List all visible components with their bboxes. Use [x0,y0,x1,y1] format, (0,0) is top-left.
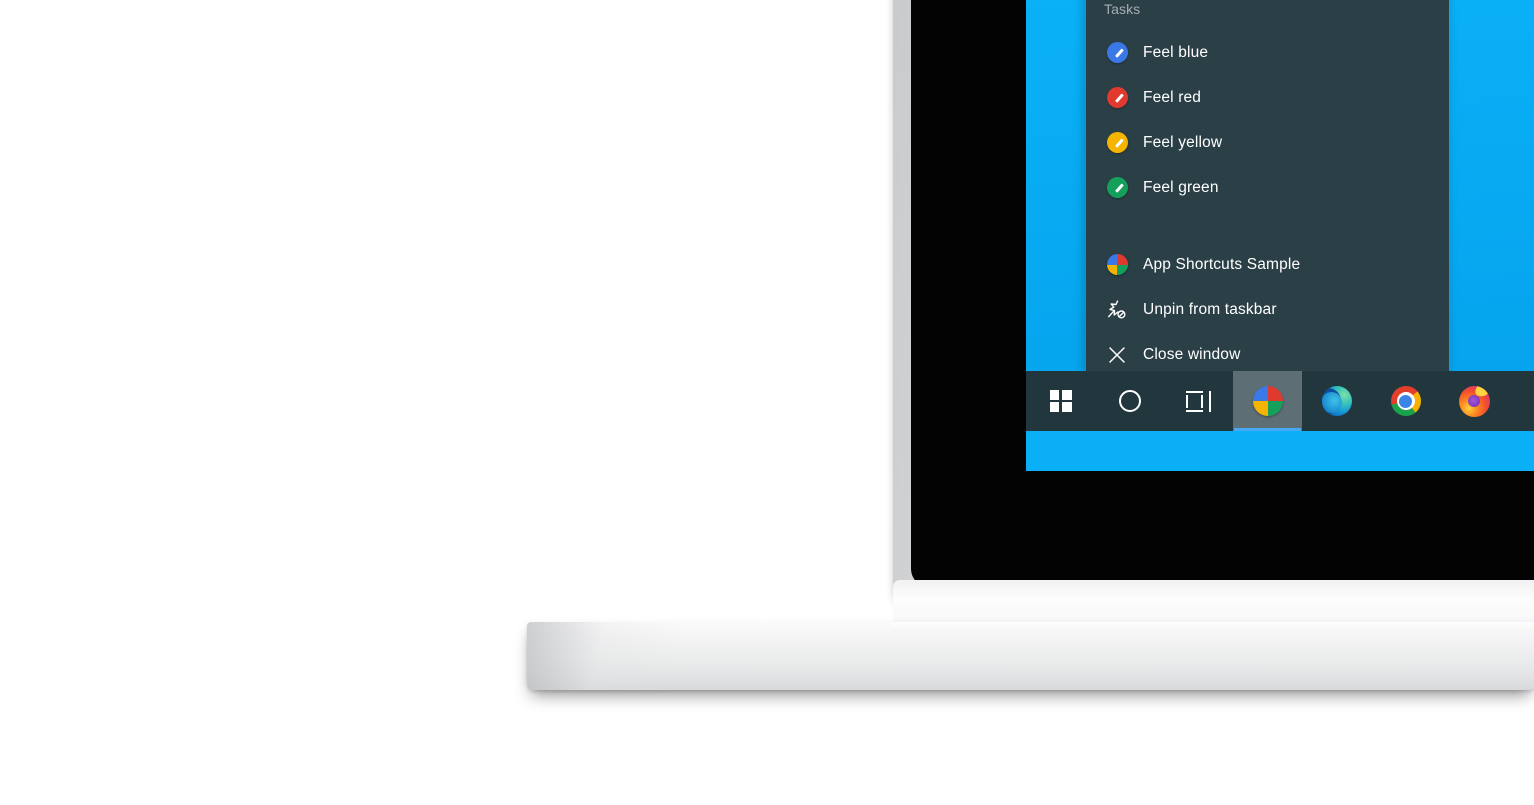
jumplist-item-label: Close window [1143,345,1241,363]
laptop-hinge [893,580,1534,624]
jumplist-item-app-shortcuts-sample[interactable]: App Shortcuts Sample [1086,242,1449,287]
jumplist-item-feel-green[interactable]: Feel green [1086,165,1449,210]
windows-logo-icon [1049,390,1072,412]
pencil-red-icon [1104,85,1130,111]
app-shortcuts-sample-button[interactable] [1233,371,1302,431]
jumplist-item-label: Feel red [1143,88,1202,106]
jumplist-item-feel-blue[interactable]: Feel blue [1086,30,1449,75]
firefox-icon [1459,385,1490,417]
laptop-base-notch [892,622,1534,631]
jumplist-item-label: Feel green [1143,178,1219,196]
jumplist-section-header-tasks: Tasks [1104,1,1141,17]
jumplist-commands-group: App Shortcuts Sample Unpin from taskbar [1086,242,1449,377]
jumplist-item-unpin-from-taskbar[interactable]: Unpin from taskbar [1086,287,1449,332]
firefox-button[interactable] [1440,371,1509,431]
cortana-button[interactable] [1095,371,1164,431]
jumplist-item-label: Feel yellow [1143,133,1223,151]
chrome-icon [1390,386,1421,416]
jumplist-menu[interactable]: Tasks Feel blue Feel red Feel yellow Fee… [1086,0,1449,375]
pencil-green-icon [1104,175,1130,201]
jumplist-item-feel-red[interactable]: Feel red [1086,75,1449,120]
edge-button[interactable] [1302,371,1371,431]
start-button[interactable] [1026,371,1095,431]
laptop-base [527,622,1534,690]
jumplist-item-label: Feel blue [1143,43,1209,61]
jumplist-item-label: Unpin from taskbar [1143,300,1277,318]
jumplist-tasks-group: Feel blue Feel red Feel yellow Feel gree… [1086,30,1449,210]
close-icon [1104,342,1130,368]
unpin-icon [1104,297,1130,323]
jumplist-item-label: App Shortcuts Sample [1143,255,1301,273]
jumplist-item-feel-yellow[interactable]: Feel yellow [1086,120,1449,165]
app-quad-icon [1252,386,1283,416]
app-quad-icon [1104,252,1130,278]
cortana-circle-icon [1118,390,1141,412]
laptop-base-sheen [527,622,717,690]
chrome-button[interactable] [1371,371,1440,431]
edge-icon [1321,386,1352,416]
desktop-screen: Tasks Feel blue Feel red Feel yellow Fee… [1026,0,1534,471]
task-view-icon [1185,390,1212,412]
pencil-blue-icon [1104,40,1130,66]
pencil-yellow-icon [1104,130,1130,156]
laptop-mockup: Tasks Feel blue Feel red Feel yellow Fee… [0,0,1534,805]
taskbar [1026,371,1534,431]
task-view-button[interactable] [1164,371,1233,431]
